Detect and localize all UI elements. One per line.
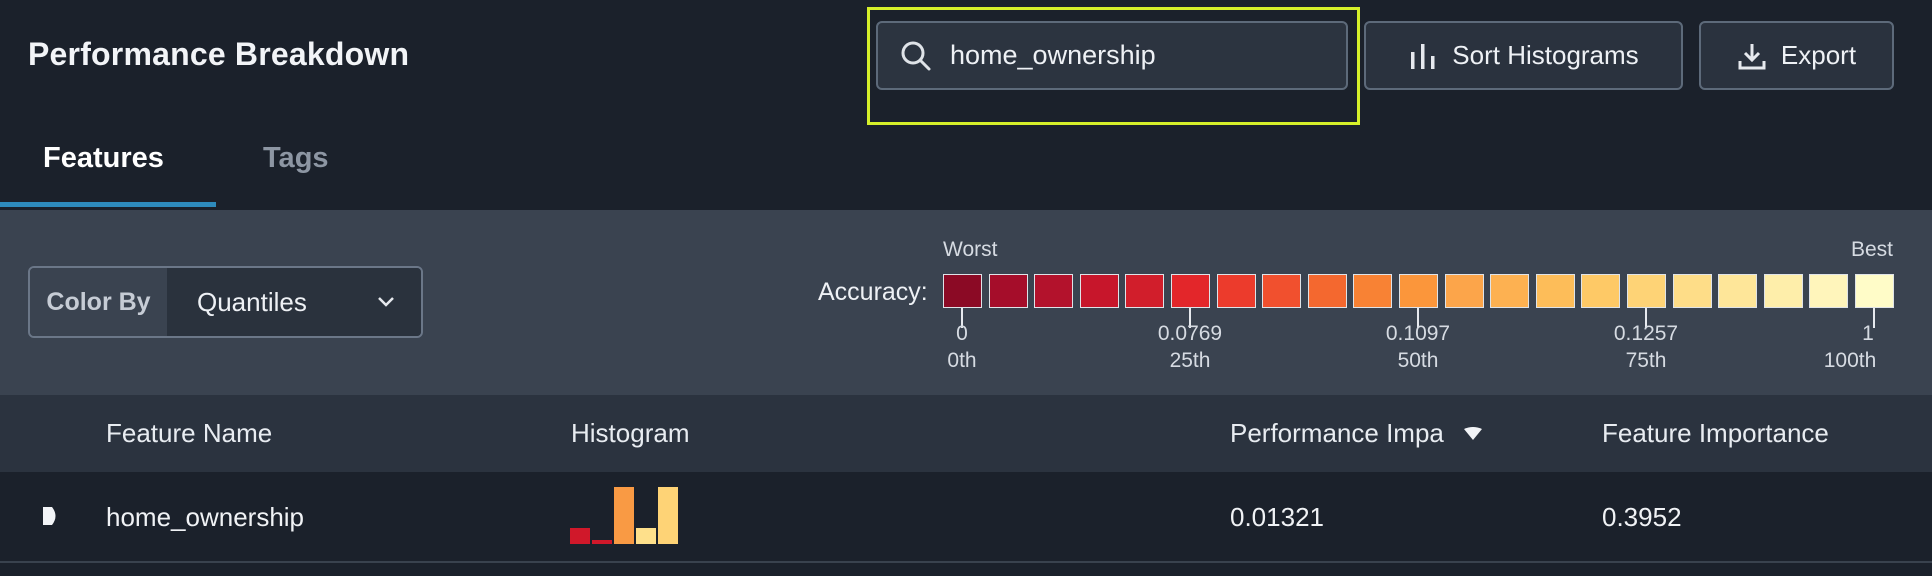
legend-swatch <box>943 274 982 308</box>
filter-bar: Color By Quantiles Worst Best Accuracy: … <box>0 210 1932 395</box>
legend-tick-value: 1 <box>1862 322 1874 345</box>
legend-swatch <box>1216 274 1256 308</box>
column-header-feature-importance[interactable]: Feature Importance <box>1602 418 1829 449</box>
histogram-bar <box>614 487 634 544</box>
legend-swatch <box>1581 274 1621 308</box>
legend-swatch <box>1399 274 1438 308</box>
column-header-performance-label: Performance Impa <box>1230 418 1444 448</box>
legend-tick-value: 0.1097 <box>1385 322 1451 345</box>
legend-tick-value: 0.0769 <box>1157 322 1223 345</box>
sort-histograms-button[interactable]: Sort Histograms <box>1364 21 1683 90</box>
legend-swatch <box>1718 274 1758 308</box>
histogram-bar <box>570 528 590 544</box>
column-header-feature-name[interactable]: Feature Name <box>106 418 272 449</box>
legend-swatch <box>1307 274 1347 308</box>
legend-metric-label: Accuracy: <box>818 278 928 306</box>
legend-swatch <box>1125 274 1165 308</box>
search-input[interactable] <box>950 40 1310 71</box>
tab-features[interactable]: Features <box>43 142 164 175</box>
legend-tick-percentile: 50th <box>1397 349 1439 372</box>
accuracy-legend: Worst Best Accuracy: 0 0th 0.0769 25th 0.109… <box>0 210 1932 395</box>
feature-importance-cell: 0.3952 <box>1602 502 1682 532</box>
column-header-histogram: Histogram <box>571 418 690 448</box>
legend-swatch <box>988 274 1028 308</box>
search-field[interactable] <box>876 21 1348 90</box>
sort-desc-icon <box>1463 426 1482 440</box>
legend-tick-value: 0 <box>956 322 968 345</box>
column-header-performance-impact[interactable]: Performance Impa <box>1230 418 1484 449</box>
legend-swatch <box>1535 274 1575 308</box>
legend-swatch <box>1171 274 1210 308</box>
page-title: Performance Breakdown <box>28 36 410 72</box>
legend-swatch <box>1079 274 1119 308</box>
legend-swatch <box>1262 274 1302 308</box>
export-label: Export <box>1780 40 1857 70</box>
legend-tick-percentile: 0th <box>947 349 977 372</box>
feature-name-cell: home_ownership <box>106 502 305 532</box>
histogram-bar <box>636 528 656 544</box>
legend-swatch <box>1444 274 1484 308</box>
search-icon <box>901 41 931 70</box>
bar-chart-icon <box>1411 43 1435 69</box>
legend-swatch <box>1034 274 1074 308</box>
legend-tick-value: 0.1257 <box>1613 322 1679 345</box>
performance-impact-cell: 0.01321 <box>1230 502 1324 532</box>
active-tab-indicator <box>0 202 216 207</box>
legend-swatch <box>1763 274 1803 308</box>
header: Performance Breakdown Sort Histograms Ex… <box>0 0 1932 125</box>
legend-best-label: Best <box>1851 238 1894 261</box>
legend-tick-percentile: 100th <box>1823 349 1877 372</box>
download-icon <box>1738 43 1766 69</box>
tab-tags[interactable]: Tags <box>263 142 329 175</box>
histogram-bar <box>592 540 612 544</box>
legend-swatch <box>1672 274 1712 308</box>
legend-worst-label: Worst <box>943 238 998 261</box>
sort-histograms-label: Sort Histograms <box>1452 40 1639 70</box>
tab-bar: Features Tags <box>0 130 1932 210</box>
legend-swatch <box>1353 274 1393 308</box>
feature-histogram <box>570 482 680 544</box>
table-row[interactable]: home_ownership 0.01321 0.3952 <box>0 472 1932 563</box>
histogram-bar <box>658 487 678 544</box>
legend-tick-percentile: 25th <box>1169 349 1211 372</box>
legend-swatch <box>1490 274 1530 308</box>
legend-tick-percentile: 75th <box>1625 349 1667 372</box>
legend-swatch <box>1627 274 1666 308</box>
legend-swatch <box>1809 274 1849 308</box>
export-button[interactable]: Export <box>1699 21 1894 90</box>
legend-swatch <box>1855 274 1894 308</box>
expand-row-icon[interactable] <box>42 506 60 526</box>
table-header: Feature Name Histogram Performance Impa … <box>0 395 1932 472</box>
